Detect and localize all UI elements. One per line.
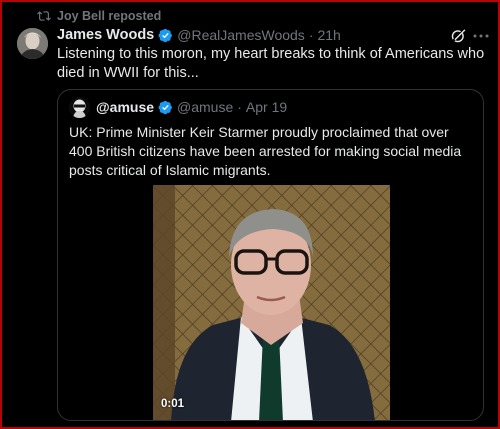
quoted-author-name[interactable]: @amuse [96,99,154,115]
window-frame-left [0,0,2,429]
grok-icon[interactable] [450,27,467,44]
repost-indicator[interactable]: Joy Bell reposted [37,8,161,24]
author-avatar[interactable] [17,28,48,59]
quoted-tweet-date[interactable]: Apr 19 [246,99,287,115]
video-frame [153,185,390,420]
quoted-tweet-card[interactable]: @amuse @amuse · Apr 19 UK: Prime Ministe… [57,89,484,421]
verified-badge-icon [158,100,172,114]
author-handle[interactable]: @RealJamesWoods [177,27,305,43]
repost-icon [37,11,51,21]
tweet-text: Listening to this moron, my heart breaks… [57,46,485,81]
verified-badge-icon [158,28,173,42]
tweet-time[interactable]: 21h [317,27,340,43]
repost-text: Joy Bell reposted [57,9,162,23]
separator: · [308,27,314,43]
quoted-author-handle[interactable]: @amuse [177,99,233,115]
quoted-tweet-header: @amuse @amuse · Apr 19 [96,99,287,115]
tweet-header: James Woods @RealJamesWoods · 21h [57,27,341,43]
video-player[interactable]: 0:01 [153,185,390,420]
author-name[interactable]: James Woods [57,27,154,43]
separator: · [237,99,242,115]
video-duration: 0:01 [161,398,185,410]
quoted-author-avatar[interactable] [69,97,90,118]
quoted-tweet-text: UK: Prime Minister Keir Starmer proudly … [69,124,462,178]
more-icon[interactable] [472,30,490,42]
window-frame-top [0,0,500,2]
